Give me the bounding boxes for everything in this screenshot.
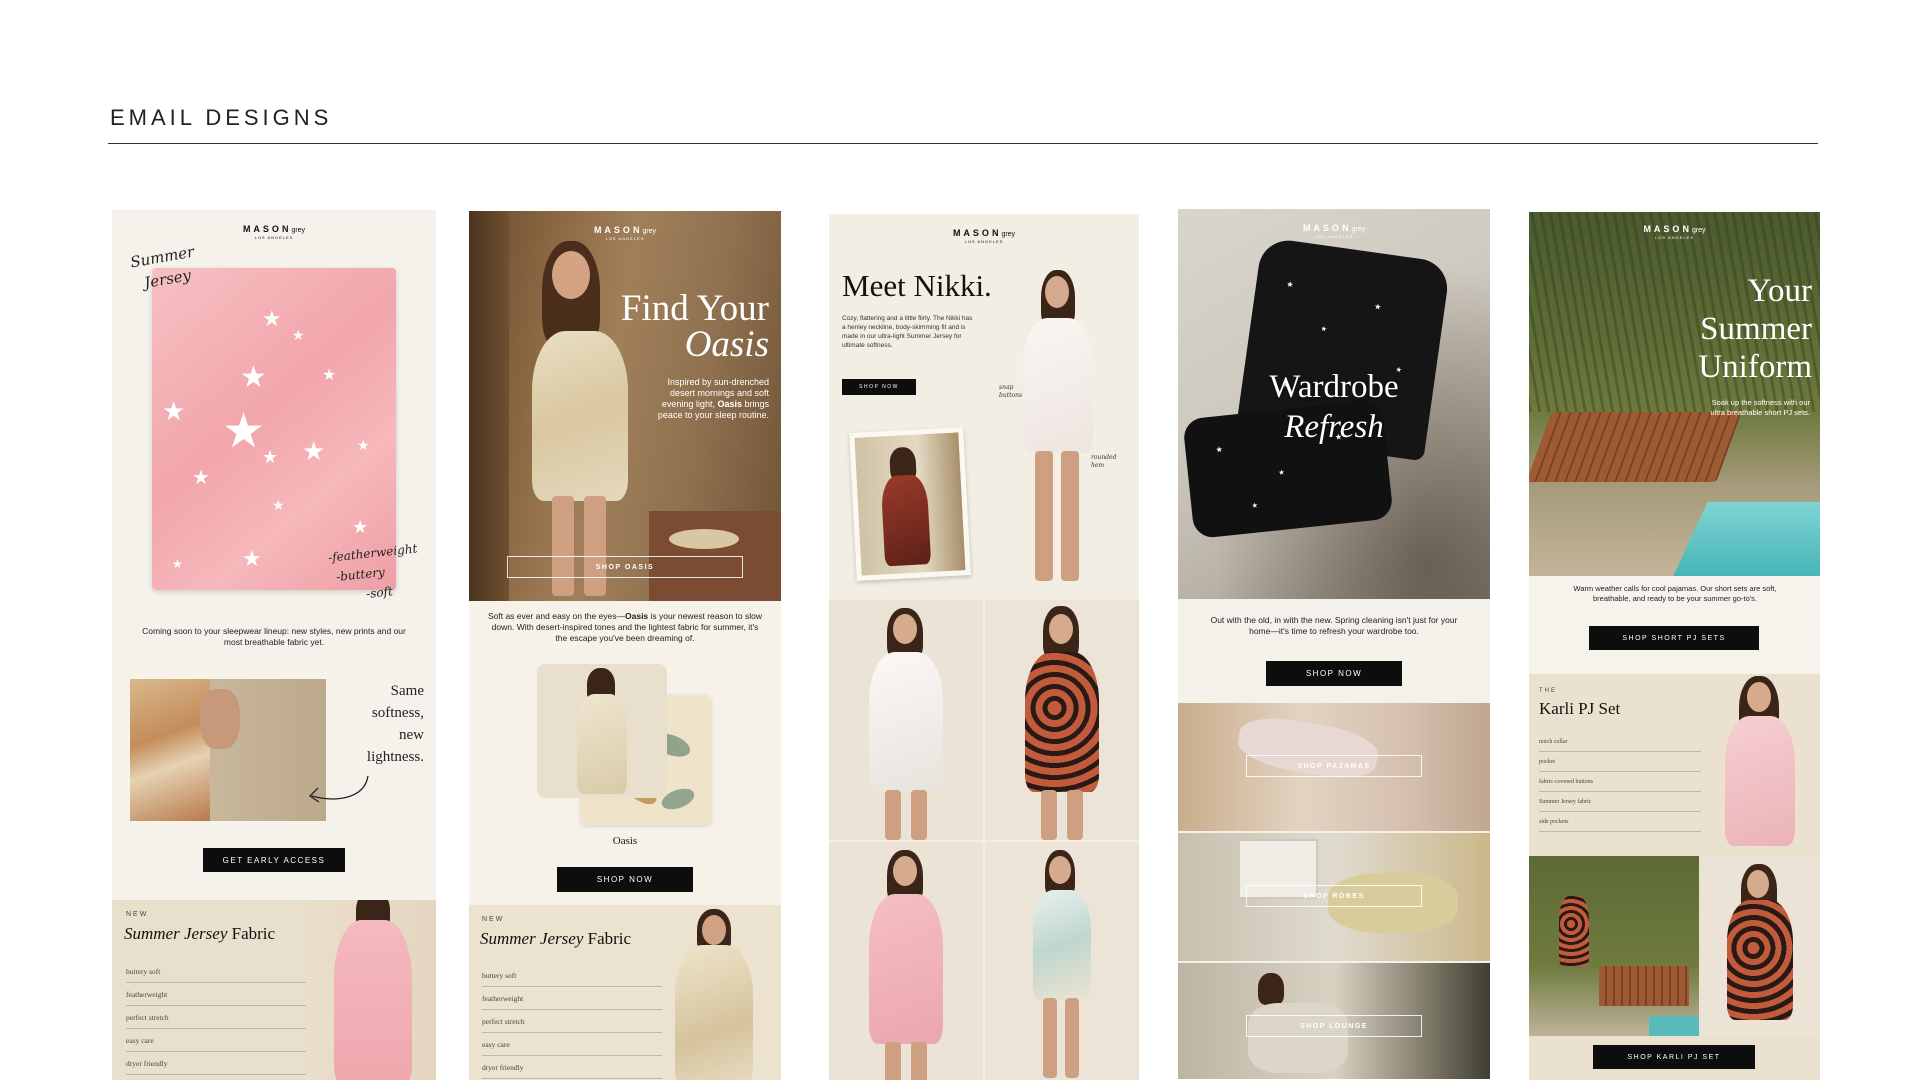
arrow-icon: [308, 775, 369, 803]
grid-tile-rust-print: [985, 600, 1139, 840]
hero-subcopy: Soak up the softness with our ultra brea…: [1710, 398, 1810, 417]
hero-model: [997, 266, 1117, 596]
title-divider: [108, 143, 1818, 144]
shop-lounge-button[interactable]: SHOP LOUNGE: [1246, 1015, 1422, 1037]
product-model-card: [537, 664, 667, 798]
get-early-access-button[interactable]: GET EARLY ACCESS: [203, 848, 345, 872]
shop-now-button[interactable]: SHOP NOW: [557, 867, 693, 892]
bottom-right-photo: [1701, 856, 1820, 1036]
feature-list: buttery soft featherweight perfect stret…: [126, 960, 306, 1075]
annotation-rounded-hem: rounded hem: [1091, 454, 1117, 469]
intro-copy: Cozy, flattering and a little flirty. Th…: [842, 315, 973, 349]
category-tile-pajamas[interactable]: SHOP PAJAMAS: [1178, 703, 1490, 831]
product-eyebrow: THE: [1539, 688, 1557, 694]
shop-now-button[interactable]: SHOP NOW: [1266, 661, 1402, 686]
hero-subcopy: Inspired by sun-drenched desert mornings…: [657, 377, 769, 420]
fabric-title: Summer Jersey Fabric: [480, 929, 632, 948]
intro-copy: Out with the old, in with the new. Sprin…: [1210, 615, 1458, 636]
product-grid: [829, 600, 1139, 1080]
hero-headline: Your Summer Uniform: [1698, 273, 1812, 385]
annotation-snap-buttons: snap buttons: [999, 384, 1023, 399]
fabric-eyebrow: NEW: [126, 911, 149, 918]
intro-copy: Coming soon to your sleepwear lineup: ne…: [142, 626, 406, 647]
shop-pajamas-button[interactable]: SHOP PAJAMAS: [1246, 755, 1422, 777]
shop-now-button[interactable]: SHOP NOW: [842, 379, 916, 395]
email-meet-nikki[interactable]: MASONgrey LOS ANGELES Meet Nikki. Cozy, f…: [829, 214, 1139, 1080]
lounger: [1529, 412, 1742, 482]
pool: [1670, 502, 1820, 576]
intro-copy: Soft as ever and easy on the eyes—Oasis …: [487, 611, 763, 643]
product-label: Oasis: [612, 835, 638, 847]
category-tile-lounge[interactable]: SHOP LOUNGE: [1178, 963, 1490, 1079]
email-summer-jersey[interactable]: MASONgrey LOS ANGELES ★ ★ ★ ★ ★ ★ ★ ★ ★ ★…: [112, 210, 436, 1080]
hero-headline: Wardrobe Refresh: [1269, 369, 1399, 445]
shop-oasis-button[interactable]: SHOP OASIS: [507, 556, 743, 578]
side-copy: Same softness, new lightness.: [366, 683, 424, 765]
email-summer-uniform[interactable]: MASONgrey LOS ANGELES Your Summer Uniform…: [1529, 212, 1820, 1080]
shop-short-pj-sets-button[interactable]: SHOP SHORT PJ SETS: [1589, 626, 1759, 650]
email-wardrobe-refresh[interactable]: ★ ★ ★ ★ ★ ★ ★ ★ ★ ★ MASONgreyLOS ANGELES…: [1178, 209, 1490, 1079]
hero-photo: [1529, 212, 1820, 576]
category-tile-robes[interactable]: SHOP ROBES: [1178, 833, 1490, 961]
product-title: Karli PJ Set: [1539, 699, 1621, 718]
fabric-title: Summer Jersey Fabric: [124, 924, 276, 943]
grid-tile-pink: [829, 842, 983, 1080]
inset-photo: [849, 427, 971, 581]
hero-headline: Find Your Oasis: [620, 288, 769, 365]
grid-tile-botanical: [985, 842, 1139, 1080]
pink-fabric-photo: ★ ★ ★ ★ ★ ★ ★ ★ ★ ★ ★ ★ ★ ★: [152, 268, 396, 590]
feature-list: notch collar pocket fabric-covered butto…: [1539, 732, 1701, 832]
brand-logo: MASONgrey LOS ANGELES: [1302, 223, 1366, 239]
intro-copy: Warm weather calls for cool pajamas. Our…: [1573, 584, 1777, 603]
headline: Meet Nikki.: [842, 268, 992, 303]
bottom-left-photo: [1529, 856, 1699, 1036]
handwriting-note: -featherweight -buttery -soft: [327, 541, 418, 601]
fabric-eyebrow: NEW: [482, 916, 505, 923]
brand-logo: MASONgrey LOS ANGELES: [1643, 224, 1706, 240]
brand-logo: MASONgrey LOS ANGELES: [242, 224, 306, 240]
email-find-your-oasis[interactable]: MASONgrey LOS ANGELES Find Your Oasis Ins…: [469, 211, 781, 1080]
shop-karli-pj-set-button[interactable]: SHOP KARLI PJ SET: [1593, 1045, 1755, 1069]
brand-logo: MASONgrey LOS ANGELES: [952, 228, 1016, 244]
page-title: EMAIL DESIGNS: [110, 105, 333, 130]
brand-logo: MASONgrey LOS ANGELES: [593, 225, 657, 241]
shop-robes-button[interactable]: SHOP ROBES: [1246, 885, 1422, 907]
feature-list: buttery soft featherweight perfect stret…: [482, 964, 662, 1079]
grid-tile-floral-white: [829, 600, 983, 840]
detail-photo: [124, 673, 332, 827]
